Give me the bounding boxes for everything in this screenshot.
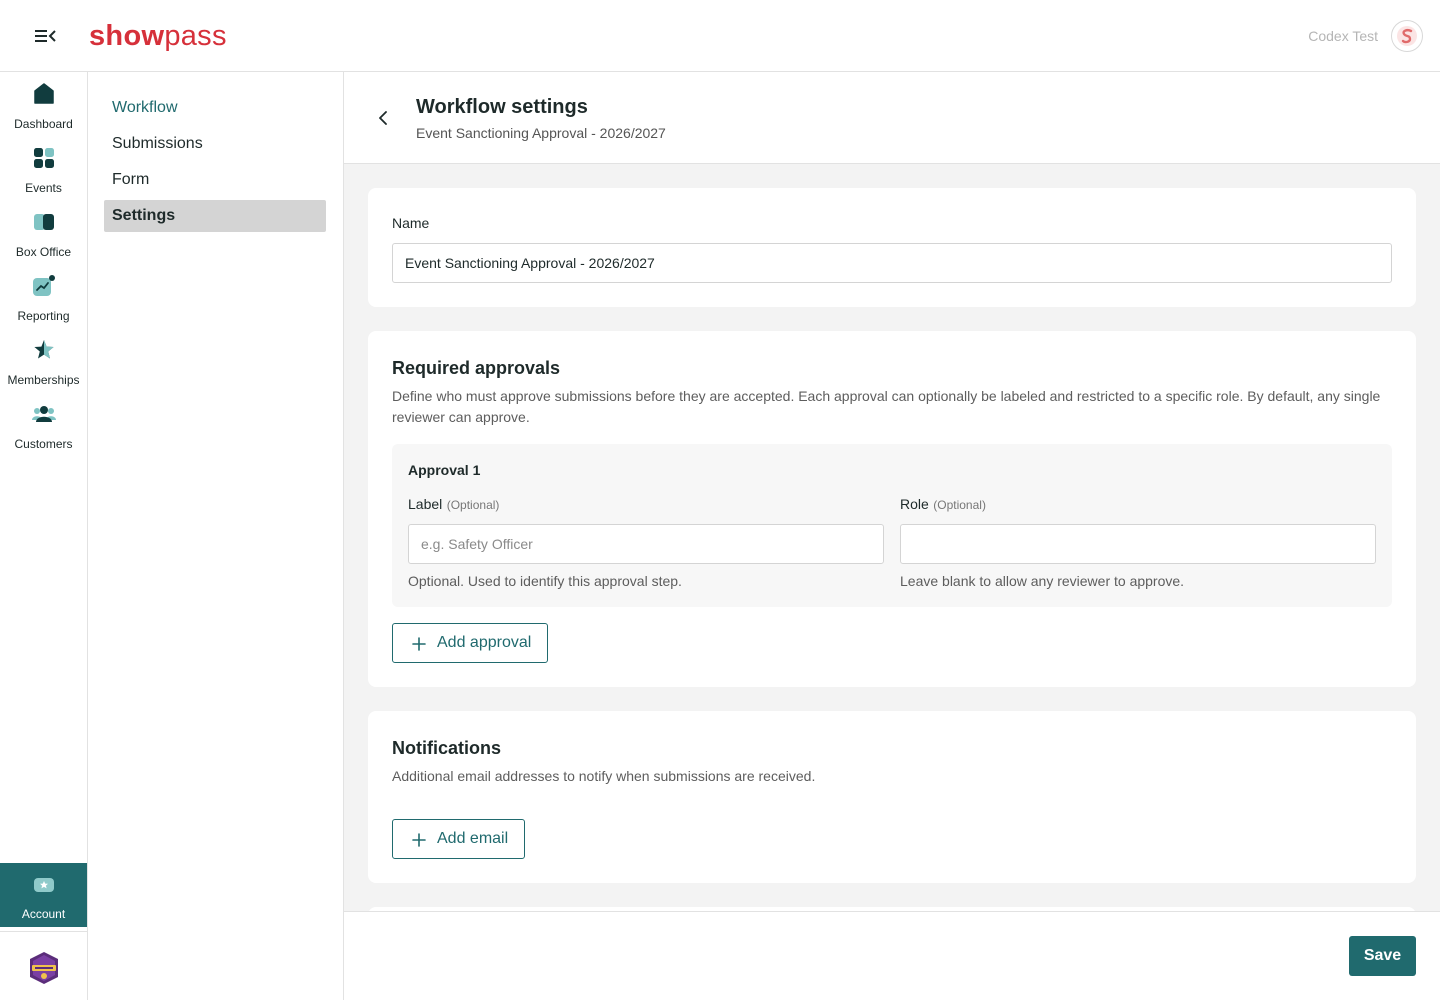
organization-badge-icon[interactable] bbox=[26, 950, 62, 986]
nav-label: Events bbox=[25, 181, 62, 195]
page-title: Workflow settings bbox=[416, 96, 588, 118]
label-field-label: Label (Optional) bbox=[408, 496, 500, 512]
box-office-icon bbox=[34, 214, 54, 230]
required-approvals-card: Required approvals Define who must appro… bbox=[368, 331, 1416, 687]
workflow-subnav: Workflow Submissions Form Settings bbox=[88, 72, 344, 1000]
main-content: Workflow settings Event Sanctioning Appr… bbox=[344, 72, 1440, 1000]
workflow-name-input[interactable] bbox=[392, 243, 1392, 283]
page-header: Workflow settings Event Sanctioning Appr… bbox=[344, 72, 1440, 164]
role-hint: Leave blank to allow any reviewer to app… bbox=[900, 573, 1185, 589]
showpass-logo[interactable]: showpass bbox=[89, 18, 227, 54]
add-approval-button[interactable]: Add approval bbox=[392, 623, 549, 663]
approval-role-input[interactable] bbox=[900, 524, 1376, 564]
avatar[interactable] bbox=[1391, 20, 1423, 52]
approval-item: Approval 1 Label (Optional) Optional. Us… bbox=[392, 444, 1392, 607]
nav-label: Dashboard bbox=[14, 117, 73, 131]
nav-item-dashboard[interactable]: Dashboard bbox=[0, 74, 87, 138]
nav-label: Customers bbox=[14, 437, 73, 451]
nav-item-reporting[interactable]: Reporting bbox=[0, 266, 87, 330]
back-chevron-icon[interactable] bbox=[374, 108, 394, 128]
reporting-chart-icon bbox=[33, 275, 55, 296]
section-title: Required approvals bbox=[392, 358, 561, 378]
primary-sidebar: Dashboard Events Box Office Reporting Me… bbox=[0, 72, 88, 1000]
approval-label-input[interactable] bbox=[408, 524, 884, 564]
nav-item-memberships[interactable]: Memberships bbox=[0, 330, 87, 394]
section-description: Define who must approve submissions befo… bbox=[392, 388, 1381, 425]
nav-item-customers[interactable]: Customers bbox=[0, 394, 87, 458]
divider bbox=[0, 931, 87, 932]
section-description: Additional email addresses to notify whe… bbox=[392, 768, 816, 784]
top-bar: showpass Codex Test bbox=[0, 0, 1440, 72]
subnav-item-settings[interactable]: Settings bbox=[104, 200, 326, 232]
nav-item-box-office[interactable]: Box Office bbox=[0, 202, 87, 266]
nav-label: Account bbox=[21, 907, 66, 921]
name-label: Name bbox=[392, 215, 430, 231]
nav-label: Box Office bbox=[15, 245, 72, 259]
notifications-card: Notifications Additional email addresses… bbox=[368, 711, 1416, 883]
nav-item-events[interactable]: Events bbox=[0, 138, 87, 202]
subnav-item-form[interactable]: Form bbox=[104, 164, 326, 196]
role-field-label: Role (Optional) bbox=[900, 496, 986, 512]
customers-group-icon bbox=[32, 406, 56, 422]
plus-icon bbox=[412, 637, 426, 651]
events-grid-icon bbox=[34, 148, 54, 168]
plus-icon bbox=[412, 833, 426, 847]
org-name[interactable]: Codex Test bbox=[1308, 28, 1378, 44]
label-hint: Optional. Used to identify this approval… bbox=[408, 573, 682, 589]
nav-label: Memberships bbox=[7, 373, 80, 387]
subnav-item-workflow[interactable]: Workflow bbox=[104, 92, 326, 124]
account-settings-icon bbox=[34, 878, 54, 892]
page-subtitle: Event Sanctioning Approval - 2026/2027 bbox=[416, 125, 666, 141]
home-icon bbox=[34, 83, 54, 104]
save-button[interactable]: Save bbox=[1349, 936, 1416, 976]
nav-item-account[interactable]: Account bbox=[0, 863, 87, 927]
footer-bar: Save bbox=[344, 911, 1440, 1000]
menu-collapse-icon[interactable] bbox=[30, 24, 58, 48]
nav-label: Reporting bbox=[17, 309, 70, 323]
memberships-star-icon bbox=[34, 340, 54, 359]
section-title: Notifications bbox=[392, 738, 502, 758]
name-card: Name bbox=[368, 188, 1416, 307]
approval-title: Approval 1 bbox=[408, 462, 481, 478]
showpass-logo-icon bbox=[1397, 26, 1417, 46]
subnav-item-submissions[interactable]: Submissions bbox=[104, 128, 326, 160]
add-email-button[interactable]: Add email bbox=[392, 819, 526, 859]
